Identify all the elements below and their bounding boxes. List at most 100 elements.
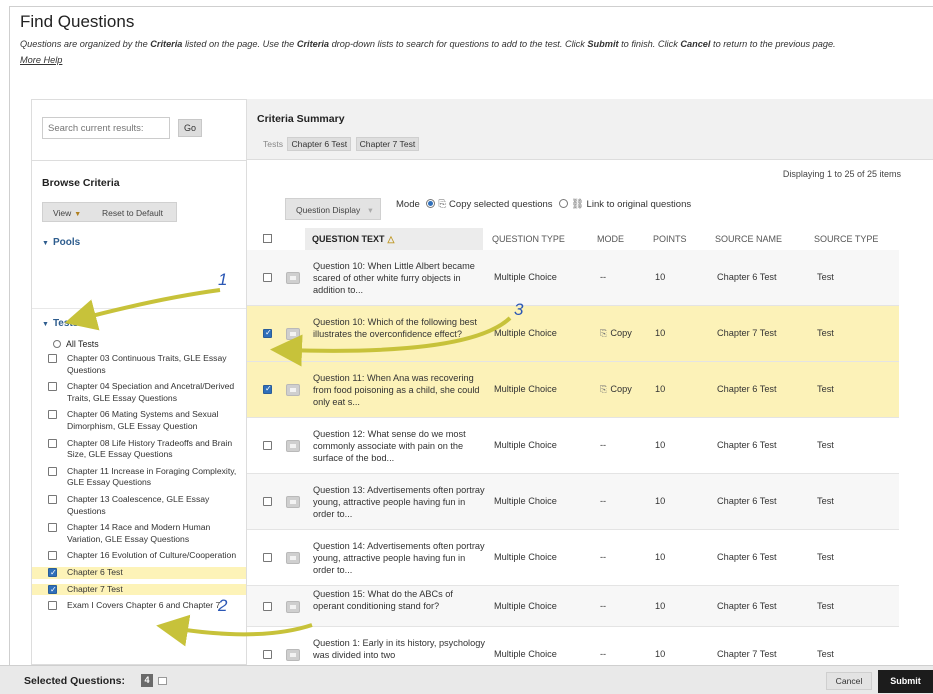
test-filter-item[interactable]: Chapter 13 Coalescence, GLE Essay Questi… <box>48 494 244 517</box>
mode-value: -- <box>600 272 607 282</box>
question-checkbox[interactable] <box>263 273 272 282</box>
more-help-link[interactable]: More Help <box>20 55 62 65</box>
question-checkbox[interactable] <box>263 553 272 562</box>
preview-icon[interactable] <box>286 440 300 452</box>
test-filter-checkbox[interactable] <box>48 567 57 579</box>
criteria-chip[interactable]: Chapter 7 Test <box>355 137 420 151</box>
question-row[interactable]: Question 13: Advertisements often portra… <box>247 474 899 530</box>
question-text: Question 14: Advertisements often portra… <box>313 540 485 576</box>
test-filter-checkbox[interactable] <box>48 354 57 363</box>
mode-label: Mode <box>396 199 420 210</box>
question-row[interactable]: Question 14: Advertisements often portra… <box>247 530 899 586</box>
mode-value: -- <box>600 496 607 506</box>
question-row[interactable]: Question 11: When Ana was recovering fro… <box>247 362 899 418</box>
preview-icon[interactable] <box>286 328 300 340</box>
preview-icon[interactable] <box>286 552 300 564</box>
search-input[interactable] <box>42 117 170 139</box>
question-row[interactable]: Question 15: What do the ABCs of operant… <box>247 586 899 627</box>
source-type-header[interactable]: SOURCE TYPE <box>814 234 878 244</box>
test-filter-checkbox[interactable] <box>48 601 57 611</box>
mode-options: Mode ⎘ Copy selected questions ⛓ Link to… <box>396 199 691 210</box>
mode-value: -- <box>600 552 607 562</box>
points-value: 10 <box>655 384 666 394</box>
test-filter-item[interactable]: Chapter 03 Continuous Traits, GLE Essay … <box>48 353 244 376</box>
question-checkbox[interactable] <box>263 384 272 394</box>
mode-label: Copy <box>610 384 632 394</box>
test-filter-checkbox[interactable] <box>48 410 57 420</box>
chevron-down-icon: ▼ <box>74 211 82 218</box>
question-row[interactable]: Question 12: What sense do we most commo… <box>247 418 899 474</box>
source-name-header[interactable]: SOURCE NAME <box>715 234 782 244</box>
test-filter-item[interactable]: Chapter 04 Speciation and Ancetral/Deriv… <box>48 381 244 404</box>
source-type: Test <box>817 552 834 562</box>
points-value: 10 <box>655 600 666 611</box>
question-row[interactable]: Question 10: When Little Albert became s… <box>247 250 899 306</box>
question-checkbox[interactable] <box>263 601 272 611</box>
pools-section-toggle[interactable]: ▼ Pools <box>42 237 80 248</box>
question-row[interactable]: Question 10: Which of the following best… <box>247 306 899 362</box>
preview-icon[interactable] <box>286 600 300 613</box>
selected-list-toggle-icon[interactable] <box>158 677 167 685</box>
question-text: Question 12: What sense do we most commo… <box>313 428 466 464</box>
test-filter-checkbox[interactable] <box>48 551 57 561</box>
page-title: Find Questions <box>20 12 135 31</box>
test-filter-item[interactable]: Chapter 11 Increase in Foraging Complexi… <box>48 466 244 489</box>
test-filter-item[interactable]: Chapter 16 Evolution of Culture/Cooperat… <box>48 550 244 562</box>
test-filter-item[interactable]: Chapter 06 Mating Systems and Sexual Dim… <box>48 409 244 432</box>
expand-triangle-icon: ▼ <box>42 240 49 247</box>
mode-value: -- <box>600 600 607 611</box>
test-filter-item[interactable]: Chapter 14 Race and Modern Human Variati… <box>48 522 244 545</box>
expand-triangle-icon: ▼ <box>42 321 49 328</box>
question-text: Question 10: Which of the following best… <box>313 316 477 339</box>
points-value: 10 <box>655 649 666 659</box>
results-panel: Criteria Summary Tests Chapter 6 Test Ch… <box>247 99 933 683</box>
preview-icon[interactable] <box>286 272 300 284</box>
mode-header[interactable]: MODE <box>597 234 624 244</box>
test-filter-label: Chapter 06 Mating Systems and Sexual Dim… <box>67 409 219 431</box>
question-type: Multiple Choice <box>494 496 557 506</box>
question-text: Question 13: Advertisements often portra… <box>313 484 485 520</box>
reset-to-default-button[interactable]: Reset to Default <box>102 208 163 218</box>
source-type: Test <box>817 440 834 450</box>
mode-value: ⎘ Copy <box>600 384 632 395</box>
test-filter-checkbox[interactable] <box>48 382 57 392</box>
test-filter-checkbox[interactable] <box>48 523 57 533</box>
question-checkbox[interactable] <box>263 497 272 506</box>
test-filter-item[interactable]: Exam I Covers Chapter 6 and Chapter 7 <box>48 600 244 612</box>
test-filter-checkbox[interactable] <box>48 438 57 448</box>
test-filter-checkbox[interactable] <box>48 494 57 504</box>
link-mode-radio[interactable] <box>559 199 569 208</box>
cancel-button[interactable]: Cancel <box>826 672 872 690</box>
test-filter-item[interactable]: Chapter 7 Test <box>32 583 246 595</box>
tests-section-toggle[interactable]: ▼ Tests <box>42 318 78 329</box>
source-type: Test <box>817 384 834 394</box>
question-display-button[interactable]: Question Display ▾ <box>285 198 381 220</box>
view-menu-button[interactable]: View ▼ <box>53 208 81 218</box>
test-filter-checkbox[interactable] <box>48 584 57 595</box>
question-checkbox[interactable] <box>263 650 272 659</box>
question-text-header[interactable]: QUESTION TEXT △ <box>305 228 483 250</box>
question-checkbox[interactable] <box>263 441 272 450</box>
criteria-chip[interactable]: Chapter 6 Test <box>287 137 352 151</box>
go-button[interactable]: Go <box>178 119 202 137</box>
preview-icon[interactable] <box>286 384 300 396</box>
test-filter-checkbox[interactable] <box>48 466 57 476</box>
question-type-header[interactable]: QUESTION TYPE <box>492 234 565 244</box>
preview-icon[interactable] <box>286 649 300 661</box>
copy-mode-radio[interactable] <box>426 199 436 208</box>
test-filter-item[interactable]: Chapter 08 Life History Tradeoffs and Br… <box>48 438 244 461</box>
question-checkbox[interactable] <box>263 328 272 338</box>
test-filter-item[interactable]: Chapter 6 Test <box>32 566 246 579</box>
source-type: Test <box>817 496 834 506</box>
select-all-checkbox[interactable] <box>263 234 272 243</box>
test-filter-label: Exam I Covers Chapter 6 and Chapter 7 <box>67 600 221 611</box>
preview-icon[interactable] <box>286 496 300 508</box>
question-type: Multiple Choice <box>494 600 557 611</box>
displaying-count: Displaying 1 to 25 of 25 items <box>782 169 901 179</box>
radio-icon <box>53 340 61 348</box>
points-header[interactable]: POINTS <box>653 234 687 244</box>
all-tests-radio[interactable]: All Tests <box>53 339 99 349</box>
bottom-action-bar: Selected Questions: 4 Cancel Submit <box>0 665 933 694</box>
submit-button[interactable]: Submit <box>878 670 933 693</box>
points-value: 10 <box>655 328 666 338</box>
